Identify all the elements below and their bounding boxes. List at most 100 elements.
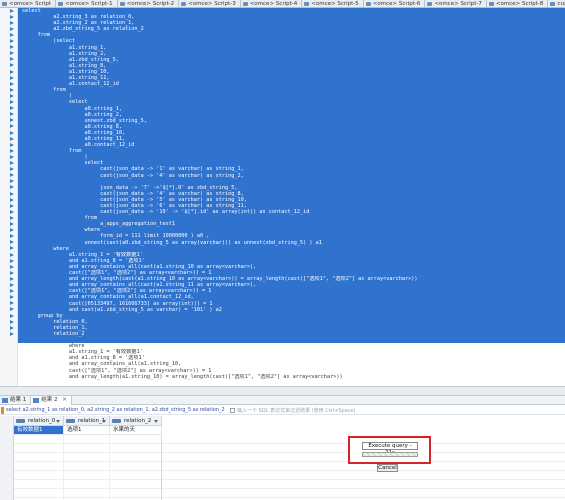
line-marker-icon bbox=[10, 63, 15, 68]
column-name: relation_2 bbox=[124, 418, 152, 424]
script-icon bbox=[488, 2, 494, 6]
line-marker-icon bbox=[10, 130, 15, 136]
script-icon bbox=[242, 2, 248, 6]
line-marker-icon bbox=[10, 8, 15, 14]
table-cell[interactable]: 选项1 bbox=[64, 426, 110, 435]
line-marker-icon bbox=[10, 106, 15, 111]
line-marker-icon bbox=[10, 228, 15, 233]
tab-result-2-label: 结果 2 bbox=[41, 397, 58, 403]
grid-icon bbox=[33, 398, 40, 403]
grid-divider bbox=[63, 435, 64, 500]
filter-icon bbox=[230, 407, 235, 413]
filter-input[interactable]: 输入一个 SQL 表达式来过滤结果 (使用 Ctrl+Space) bbox=[230, 407, 355, 414]
line-marker-icon bbox=[10, 161, 15, 166]
line-marker-icon bbox=[10, 87, 15, 93]
grid-divider bbox=[109, 435, 110, 500]
line-marker-icon bbox=[10, 289, 15, 294]
line-marker-icon bbox=[10, 26, 15, 32]
tab-label: <omce> Script-8 bbox=[495, 1, 544, 7]
grid-lines bbox=[14, 435, 565, 500]
line-marker-icon bbox=[10, 301, 15, 306]
script-icon bbox=[427, 2, 433, 6]
column-type-icon bbox=[66, 419, 75, 423]
tab-script[interactable]: <omce> Script-5 bbox=[302, 0, 364, 7]
sql-editor[interactable]: select a2.string_3 as relation_0, a2.str… bbox=[0, 8, 565, 386]
line-marker-icon bbox=[10, 179, 15, 184]
results-tab-strip: 结果 1 结果 2 ✕ bbox=[0, 395, 565, 405]
editor-tab-strip: <omce> Script <omce> Script-1 <omce> Scrip… bbox=[0, 0, 565, 8]
tab-result-2[interactable]: 结果 2 ✕ bbox=[31, 396, 72, 405]
tab-result-1-label: 结果 1 bbox=[10, 397, 27, 403]
line-marker-icon bbox=[10, 112, 15, 117]
close-icon[interactable]: ✕ bbox=[62, 397, 67, 403]
script-icon bbox=[58, 2, 64, 6]
tab-script[interactable]: <omce> Script-4 bbox=[240, 0, 303, 7]
result-grid: relation_0 relation_1 relation_2 有效数据1 选… bbox=[0, 416, 565, 500]
grid-row-header bbox=[0, 416, 14, 500]
sort-icon[interactable] bbox=[102, 419, 106, 423]
column-header-relation-1[interactable]: relation_1 bbox=[64, 416, 110, 426]
line-marker-icon bbox=[10, 283, 15, 288]
tab-script[interactable]: <omce> Script-6 bbox=[363, 0, 426, 7]
line-marker-icon bbox=[10, 313, 15, 319]
line-marker-icon bbox=[10, 124, 15, 129]
execute-query-label: Execute query - 21s bbox=[362, 442, 418, 456]
tab-label: custom bbox=[557, 1, 565, 7]
column-header-relation-0[interactable]: relation_0 bbox=[14, 416, 64, 426]
tab-script[interactable]: <omce> Script-2 bbox=[117, 0, 180, 7]
code-area[interactable]: select a2.string_3 as relation_0, a2.str… bbox=[22, 8, 562, 380]
tab-script[interactable]: <omce> Script-7 bbox=[425, 0, 487, 7]
line-marker-icon bbox=[10, 142, 15, 148]
sql-marker-icon bbox=[1, 406, 4, 414]
cancel-button[interactable]: Cancel bbox=[377, 464, 398, 472]
line-marker-icon bbox=[10, 81, 15, 87]
tab-label: <omce> Script bbox=[9, 1, 52, 7]
tab-result-1[interactable]: 结果 1 bbox=[0, 396, 32, 405]
line-marker-icon bbox=[10, 258, 15, 264]
column-header-relation-2[interactable]: relation_2 bbox=[110, 416, 162, 426]
line-marker-icon bbox=[10, 148, 15, 154]
line-marker-icon bbox=[10, 246, 15, 251]
line-marker-icon bbox=[10, 185, 15, 190]
line-marker-icon bbox=[10, 307, 15, 312]
grid-divider bbox=[161, 435, 162, 500]
line-marker-icon bbox=[10, 39, 15, 44]
progress-bar bbox=[362, 452, 418, 457]
script-icon bbox=[365, 2, 371, 6]
line-marker-icon bbox=[10, 331, 15, 337]
table-cell[interactable]: 水果的天 bbox=[110, 426, 162, 435]
line-marker-icon bbox=[10, 325, 15, 331]
script-icon bbox=[550, 2, 556, 6]
tab-script[interactable]: <omce> Script-3 bbox=[179, 0, 241, 7]
line-marker-icon bbox=[10, 215, 15, 221]
line-marker-icon bbox=[10, 173, 15, 178]
sort-icon[interactable] bbox=[154, 419, 158, 423]
filter-placeholder: 输入一个 SQL 表达式来过滤结果 (使用 Ctrl+Space) bbox=[237, 407, 356, 414]
line-marker-icon bbox=[10, 136, 15, 142]
table-cell[interactable]: 有效数据1 bbox=[14, 426, 64, 435]
tab-script[interactable]: <omce> Script-8 bbox=[486, 0, 549, 7]
column-type-icon bbox=[16, 419, 25, 423]
line-marker-icon bbox=[10, 20, 15, 26]
execute-query-dialog: Execute query - 21s bbox=[348, 436, 431, 464]
result-sql-text: select a2.string_1 as relation_0, a2.str… bbox=[6, 407, 226, 413]
sort-icon[interactable] bbox=[56, 419, 60, 423]
tab-label: <omce> Script-3 bbox=[188, 1, 236, 7]
code-line: and array_length(a1.string_10) = array_l… bbox=[22, 373, 343, 380]
line-marker-icon bbox=[10, 167, 15, 172]
tab-script[interactable]: custom bbox=[548, 0, 565, 7]
line-marker-icon bbox=[10, 154, 15, 160]
script-icon bbox=[304, 2, 310, 6]
tab-label: <omce> Script-1 bbox=[65, 1, 113, 7]
column-name: relation_0 bbox=[28, 418, 56, 424]
editor-status-bar bbox=[0, 386, 565, 395]
tab-label: <omce> Script-7 bbox=[434, 1, 482, 7]
tab-script[interactable]: <omce> Script-1 bbox=[56, 0, 118, 7]
tab-label: <omce> Script-6 bbox=[372, 1, 421, 7]
line-marker-icon bbox=[10, 14, 15, 20]
line-marker-icon bbox=[10, 252, 15, 258]
tab-script[interactable]: <omce> Script bbox=[0, 0, 57, 7]
script-icon bbox=[2, 2, 7, 6]
line-marker-icon bbox=[10, 32, 15, 38]
line-marker-icon bbox=[10, 118, 15, 123]
